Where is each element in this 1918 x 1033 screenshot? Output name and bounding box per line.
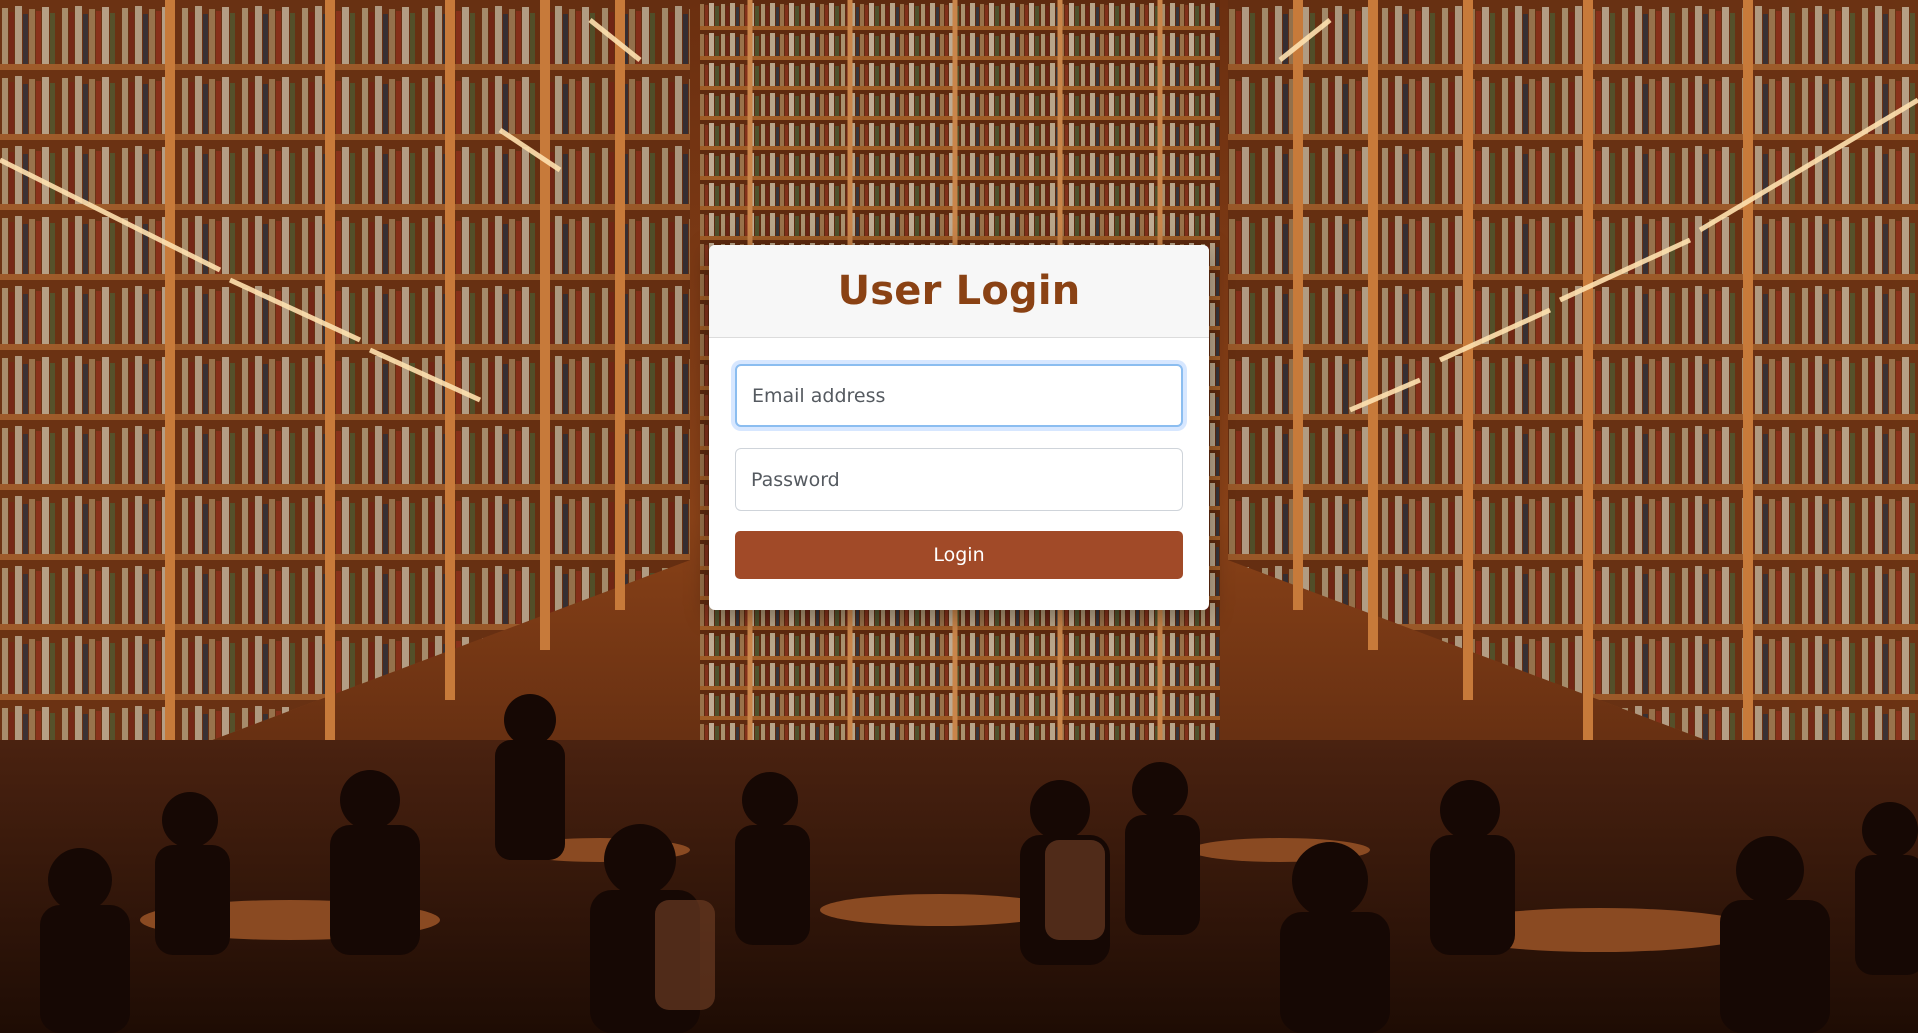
- login-button[interactable]: Login: [735, 531, 1183, 579]
- login-form: Login: [709, 338, 1209, 579]
- password-input[interactable]: [735, 448, 1183, 511]
- login-card-header: User Login: [709, 245, 1209, 338]
- login-title: User Login: [837, 268, 1081, 314]
- email-input[interactable]: [735, 364, 1183, 427]
- login-card: User Login Login: [709, 245, 1209, 610]
